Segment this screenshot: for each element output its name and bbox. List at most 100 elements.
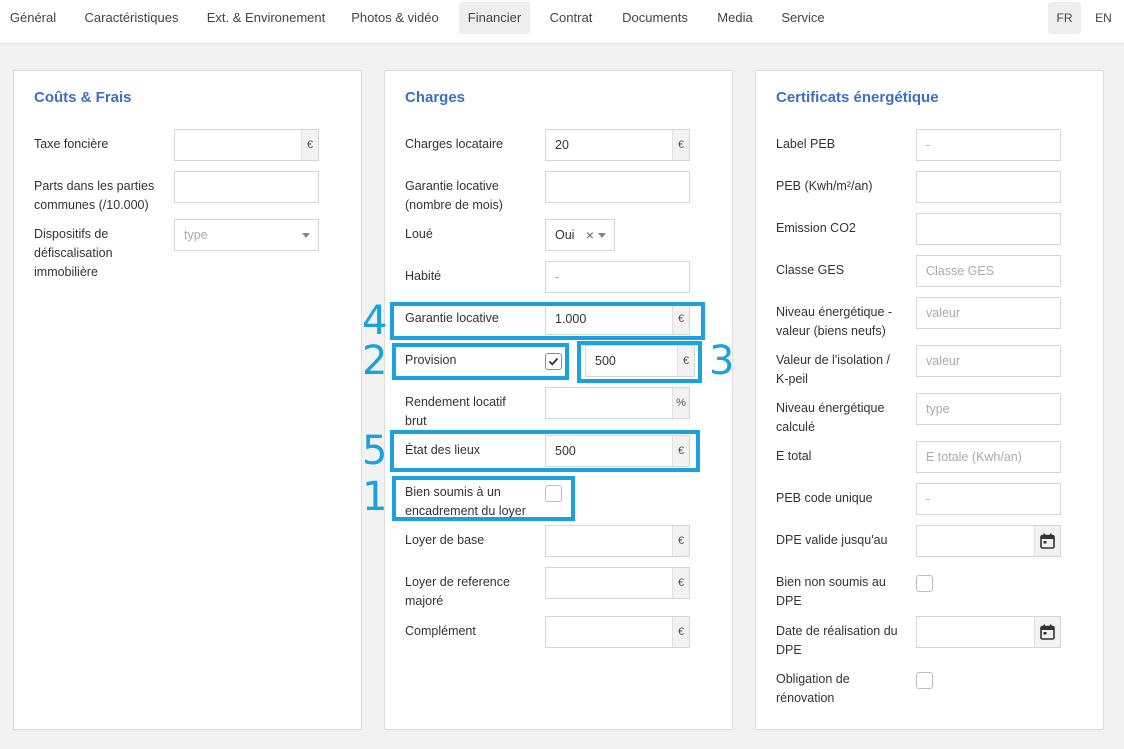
parts-communes-input[interactable] [174, 171, 319, 203]
annotation-number-4: 4 [362, 298, 388, 344]
panel-title: Coûts & Frais [34, 89, 132, 106]
loyer-reference-label: Loyer de reference majoré [405, 575, 510, 608]
panel-charges: Charges Charges locataire 20 € Garantie … [384, 70, 733, 730]
select-value: Oui [555, 228, 575, 242]
panel-title: Certificats énergétique [776, 89, 939, 106]
loyer-reference-input[interactable]: € [545, 567, 690, 599]
annotation-box-3 [577, 341, 702, 383]
label-peb-label: Label PEB [776, 137, 836, 151]
loyer-base-input[interactable]: € [545, 525, 690, 557]
euro-addon: € [301, 130, 318, 160]
input-placeholder: valeur [926, 306, 961, 320]
input-value: 20 [555, 138, 569, 152]
calendar-icon [1040, 533, 1055, 549]
annotation-number-1: 1 [362, 474, 388, 520]
parts-communes-label: Parts dans les parties communes (/10.000… [34, 179, 155, 212]
niveau-energetique-input[interactable]: valeur [916, 297, 1061, 329]
emission-co2-input[interactable] [916, 213, 1061, 245]
niveau-calcule-input[interactable]: type [916, 393, 1061, 425]
tab-financier[interactable]: Financier [459, 2, 530, 34]
tab-photos-video[interactable]: Photos & vidéo [342, 2, 448, 34]
tab-caracteristiques[interactable]: Caractéristiques [74, 2, 189, 34]
rendement-input[interactable]: % [545, 387, 690, 419]
garantie-mois-label: Garantie locative (nombre de mois) [405, 179, 503, 212]
dpe-valide-date-input[interactable] [916, 525, 1061, 557]
annotation-box-1 [392, 476, 575, 521]
taxe-fonciere-input[interactable]: € [174, 129, 319, 161]
input-placeholder: Classe GES [926, 264, 995, 278]
non-soumis-dpe-checkbox[interactable] [916, 575, 933, 592]
annotation-box-5 [390, 430, 700, 472]
charges-locataire-label: Charges locataire [405, 137, 503, 151]
annotation-box-4 [390, 302, 705, 340]
date-realisation-label: Date de réalisation du DPE [776, 624, 898, 657]
annotation-number-2: 2 [362, 338, 388, 384]
calendar-button[interactable] [1034, 617, 1060, 647]
euro-addon: € [672, 526, 689, 556]
dpe-valide-label: DPE valide jusqu'au [776, 533, 888, 547]
peb-code-label: PEB code unique [776, 491, 873, 505]
clear-icon[interactable]: × [586, 227, 594, 243]
habite-label: Habité [405, 269, 442, 283]
euro-addon: € [672, 617, 689, 647]
tab-documents[interactable]: Documents [611, 2, 699, 34]
complement-label: Complément [405, 624, 476, 638]
label-peb-select[interactable]: - [916, 129, 1061, 161]
defiscalisation-select[interactable]: type [174, 219, 319, 251]
non-soumis-dpe-label: Bien non soumis au DPE [776, 575, 886, 608]
tab-contrat[interactable]: Contrat [540, 2, 602, 34]
e-total-label: E total [776, 449, 812, 463]
top-navigation: Général Caractéristiques Ext. & Environe… [0, 0, 1124, 44]
emission-co2-label: Emission CO2 [776, 221, 856, 235]
loue-label: Loué [405, 227, 433, 241]
chevron-down-icon [302, 233, 310, 238]
defiscalisation-label: Dispositifs de défiscalisation immobiliè… [34, 227, 113, 279]
obligation-renovation-label: Obligation de rénovation [776, 672, 850, 705]
e-total-input[interactable]: E totale (Kwh/an) [916, 441, 1061, 473]
peb-label: PEB (Kwh/m²/an) [776, 179, 873, 193]
garantie-mois-input[interactable] [545, 171, 690, 203]
habite-select[interactable]: - [545, 261, 690, 293]
tab-media[interactable]: Media [707, 2, 763, 34]
charges-locataire-input[interactable]: 20 € [545, 129, 690, 161]
loue-select[interactable]: Oui × [545, 219, 615, 251]
annotation-number-5: 5 [362, 428, 388, 474]
panel-certificats: Certificats énergétique Label PEB - PEB … [755, 70, 1104, 730]
taxe-fonciere-label: Taxe foncière [34, 137, 109, 151]
classe-ges-label: Classe GES [776, 263, 845, 277]
annotation-box-2 [392, 343, 569, 380]
tab-ext-environement[interactable]: Ext. & Environement [196, 2, 336, 34]
percent-addon: % [672, 388, 689, 418]
select-placeholder: - [555, 270, 560, 284]
input-placeholder: - [926, 492, 931, 506]
euro-addon: € [672, 130, 689, 160]
complement-input[interactable]: € [545, 616, 690, 648]
input-placeholder: type [926, 402, 950, 416]
chevron-down-icon [598, 233, 606, 238]
tab-service[interactable]: Service [772, 2, 834, 34]
isolation-input[interactable]: valeur [916, 345, 1061, 377]
rendement-label: Rendement locatif brut [405, 395, 506, 428]
niveau-calcule-label: Niveau énergétique calculé [776, 401, 885, 434]
isolation-label: Valeur de l'isolation / K-peil [776, 353, 891, 386]
calendar-icon [1040, 624, 1055, 640]
select-placeholder: - [926, 138, 931, 152]
classe-ges-input[interactable]: Classe GES [916, 255, 1061, 287]
panel-title: Charges [405, 89, 466, 106]
tab-general[interactable]: Général [0, 2, 66, 34]
language-en-button[interactable]: EN [1087, 2, 1120, 34]
calendar-button[interactable] [1034, 526, 1060, 556]
euro-addon: € [672, 568, 689, 598]
niveau-energetique-label: Niveau énergétique - valeur (biens neufs… [776, 305, 893, 338]
annotation-number-3: 3 [709, 338, 735, 384]
select-placeholder: type [184, 228, 208, 242]
peb-input[interactable] [916, 171, 1061, 203]
date-realisation-input[interactable] [916, 616, 1061, 648]
language-fr-button[interactable]: FR [1048, 2, 1081, 34]
input-placeholder: valeur [926, 354, 961, 368]
panel-couts-frais: Coûts & Frais Taxe foncière € Parts dans… [13, 70, 362, 730]
input-placeholder: E totale (Kwh/an) [926, 450, 1022, 464]
obligation-renovation-checkbox[interactable] [916, 672, 933, 689]
peb-code-input[interactable]: - [916, 483, 1061, 515]
loyer-base-label: Loyer de base [405, 533, 485, 547]
